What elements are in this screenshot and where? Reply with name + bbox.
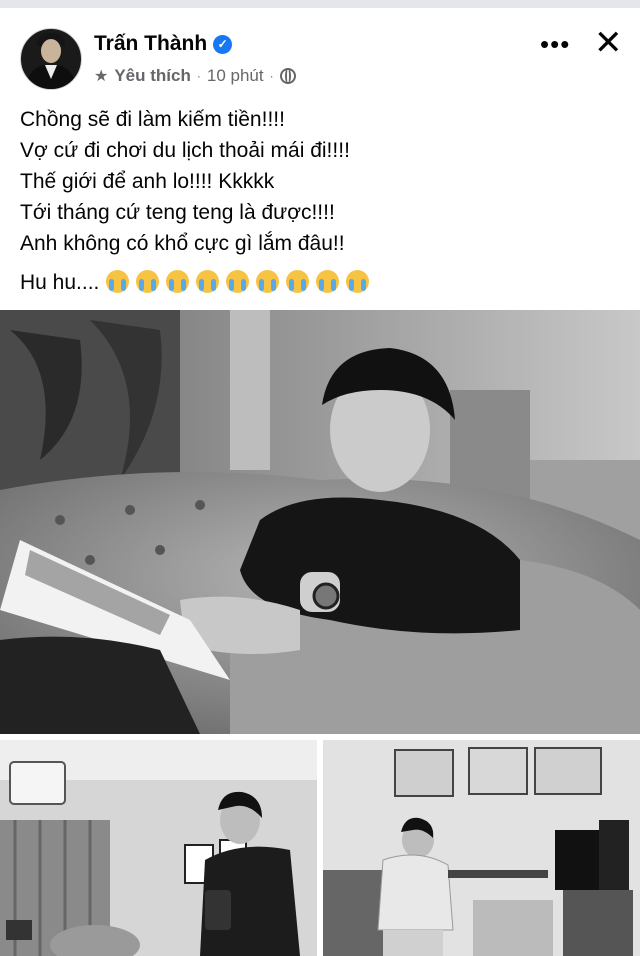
avatar[interactable] bbox=[20, 28, 82, 90]
star-icon: ★ bbox=[94, 68, 109, 85]
photo-small-left[interactable] bbox=[0, 740, 317, 956]
post-meta: ★ Yêu thích · 10 phút · bbox=[94, 66, 296, 86]
crying-face-emoji-icon bbox=[316, 270, 340, 293]
crying-face-emoji-icon bbox=[226, 270, 250, 293]
separator-dot: · bbox=[196, 69, 201, 83]
post-line: Vợ cứ đi chơi du lịch thoải mái đi!!!! bbox=[20, 139, 350, 162]
crying-face-emoji-icon bbox=[256, 270, 280, 293]
separator-dot: · bbox=[269, 69, 274, 83]
author-name[interactable]: Trấn Thành bbox=[94, 32, 207, 56]
crying-face-emoji-icon bbox=[166, 270, 190, 293]
post-line: Anh không có khổ cực gì lắm đâu!! bbox=[20, 232, 345, 255]
post-header: Trấn Thành ✓ ★ Yêu thích · 10 phút · •••… bbox=[0, 8, 640, 98]
post-line: Thế giới để anh lo!!!! Kkkkk bbox=[20, 170, 275, 193]
crying-emojis bbox=[99, 270, 370, 294]
crying-face-emoji-icon bbox=[286, 270, 310, 293]
photo-main-image bbox=[0, 310, 640, 734]
globe-icon[interactable] bbox=[279, 68, 296, 84]
post-time[interactable]: 10 phút bbox=[207, 66, 264, 86]
crying-face-emoji-icon bbox=[136, 270, 160, 293]
post-last-line: Hu hu.... bbox=[20, 267, 620, 298]
post-line: Tới tháng cứ teng teng là được!!!! bbox=[20, 201, 335, 224]
crying-face-emoji-icon bbox=[196, 270, 220, 293]
more-options-button[interactable]: ••• bbox=[540, 31, 570, 57]
crying-face-emoji-icon bbox=[346, 270, 370, 293]
post-line: Hu hu.... bbox=[20, 271, 100, 294]
photo-main[interactable] bbox=[0, 310, 640, 734]
audience-label: Yêu thích bbox=[114, 66, 191, 85]
close-button[interactable]: ✕ bbox=[594, 26, 623, 60]
photo-small-left-image bbox=[0, 740, 317, 956]
post-line: Chồng sẽ đi làm kiếm tiền!!!! bbox=[20, 108, 285, 131]
crying-face-emoji-icon bbox=[106, 270, 130, 293]
author-row: Trấn Thành ✓ bbox=[94, 32, 233, 56]
verified-badge-icon: ✓ bbox=[213, 34, 233, 54]
photo-small-right[interactable] bbox=[323, 740, 640, 956]
top-divider bbox=[0, 0, 640, 8]
photo-small-right-image bbox=[323, 740, 640, 956]
post-text: Chồng sẽ đi làm kiếm tiền!!!! Vợ cứ đi c… bbox=[20, 104, 620, 298]
